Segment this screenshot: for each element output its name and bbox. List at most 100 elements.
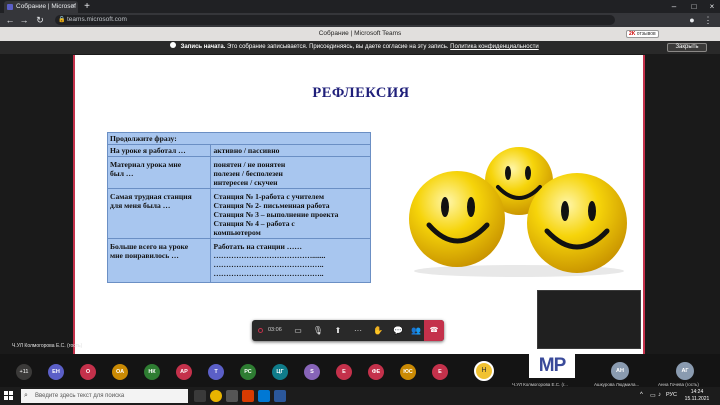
table-cell-right: ………………………………….......: [213, 251, 326, 260]
participant-avatar-highlighted[interactable]: Н: [474, 361, 494, 381]
task-view-icon[interactable]: [194, 390, 206, 402]
clock-time: 14:24: [690, 389, 704, 395]
close-window-button[interactable]: ×: [702, 0, 720, 13]
participant-avatar[interactable]: ЮС: [400, 364, 416, 380]
smiley-balls-image: [409, 147, 627, 277]
browser-tab[interactable]: Собрание | Microsof ×: [4, 1, 78, 13]
table-cell-right: Станция № 1-работа с учителем: [213, 192, 324, 201]
more-options-button[interactable]: ···: [348, 320, 368, 341]
chrome-icon[interactable]: [210, 390, 222, 402]
language-indicator[interactable]: РУС: [666, 392, 677, 398]
participants-strip: +11 ЕН О ОА НК АР Т РС ЦГ S Е ФЕ ЮС Е Н …: [0, 354, 720, 387]
participant-avatar[interactable]: АР: [176, 364, 192, 380]
mail-icon[interactable]: [258, 390, 270, 402]
table-cell-right: ……………………………………..: [213, 269, 324, 278]
back-button[interactable]: ←: [4, 14, 16, 26]
hang-up-button[interactable]: ☎: [424, 320, 444, 341]
participant-avatar[interactable]: ФЕ: [368, 364, 384, 380]
tab-title: Собрание | Microsof: [16, 3, 76, 10]
table-cell-right: Станция № 4 – работа с: [213, 219, 295, 228]
participant-avatar[interactable]: ЦГ: [272, 364, 288, 380]
url-field[interactable]: 🔒 teams.microsoft.com: [55, 15, 615, 25]
recording-banner: Запись начата. Это собрание записывается…: [0, 41, 720, 54]
table-cell-right: полезен / бесполезен: [213, 169, 283, 178]
network-icon[interactable]: ▭: [650, 392, 656, 399]
mic-muted-button[interactable]: 🎙: [308, 320, 328, 341]
table-cell-left: для меня была …: [110, 201, 171, 210]
table-cell-left: На уроке я работал …: [110, 146, 186, 155]
browser-tab-bar: Собрание | Microsof × + – □ ×: [0, 0, 720, 13]
yandex-icon[interactable]: [242, 390, 254, 402]
participant-avatar[interactable]: ОА: [112, 364, 128, 380]
volume-icon[interactable]: ♪: [658, 392, 661, 398]
more-participants-badge[interactable]: +11: [16, 364, 32, 380]
participant-avatar[interactable]: АГ: [676, 362, 694, 380]
browser-menu-icon[interactable]: ⋮: [702, 14, 714, 26]
participant-avatar[interactable]: ЕН: [48, 364, 64, 380]
tray-chevron-icon[interactable]: ^: [640, 392, 643, 398]
maximize-window-button[interactable]: □: [684, 0, 704, 13]
close-tab-icon[interactable]: ×: [71, 1, 75, 13]
privacy-link[interactable]: Политика конфиденциальности: [450, 44, 539, 50]
participant-avatar[interactable]: НК: [144, 364, 160, 380]
minimize-window-button[interactable]: –: [664, 0, 684, 13]
participant-avatar[interactable]: Е: [432, 364, 448, 380]
camera-off-button[interactable]: ▭: [288, 320, 308, 341]
taskbar-clock[interactable]: 14:24 15.11.2021: [684, 389, 710, 403]
table-cell-right: понятен / не понятен: [213, 160, 286, 169]
forward-button[interactable]: →: [18, 14, 30, 26]
participant-avatar[interactable]: Е: [336, 364, 352, 380]
participant-avatar[interactable]: РС: [240, 364, 256, 380]
table-row: Материал урока мне был … понятен / не по…: [106, 156, 371, 189]
presenter-name: Ч.УЛ Колмогорова Е.С. (гость): [12, 343, 83, 349]
table-cell-right: ……………………………………..: [213, 260, 324, 269]
table-cell-left: Больше всего на уроке: [110, 242, 189, 251]
table-row: Самая трудная станция для меня была … Ст…: [106, 188, 371, 239]
participant-avatar[interactable]: АН: [611, 362, 629, 380]
windows-taskbar: ⌕ Введите здесь текст для поиска ^ ▭ ♪ Р…: [0, 387, 720, 405]
recording-indicator-icon: [258, 328, 263, 333]
table-row: Больше всего на уроке мне понравилось … …: [106, 238, 371, 283]
teams-title-bar: Собрание | Microsoft Teams 2K отзывов: [0, 27, 720, 41]
taskbar-search-placeholder: Введите здесь текст для поиска: [35, 393, 125, 399]
table-cell-right: активно / пассивно: [213, 146, 280, 155]
table-cell-left: мне понравилось …: [110, 251, 179, 260]
taskbar-search-input[interactable]: ⌕ Введите здесь текст для поиска: [21, 389, 188, 403]
participant-avatar[interactable]: Т: [208, 364, 224, 380]
address-bar-row: ← → ↻ 🔒 teams.microsoft.com ● ⋮: [0, 13, 720, 27]
chat-button[interactable]: 💬: [388, 320, 408, 341]
table-cell-left: Самая трудная станция: [110, 192, 192, 201]
participant-avatar[interactable]: О: [80, 364, 96, 380]
table-row: На уроке я работал … активно / пассивно: [106, 144, 371, 157]
app-icon[interactable]: [226, 390, 238, 402]
table-cell-left: был …: [110, 169, 134, 178]
url-text: teams.microsoft.com: [67, 16, 127, 23]
table-cell-right: компьютером: [213, 228, 261, 237]
table-header: Продолжите фразу:: [107, 132, 371, 145]
word-icon[interactable]: [274, 390, 286, 402]
banner-message: Это собрание записывается. Присоединяясь…: [227, 44, 449, 50]
participant-avatar[interactable]: S: [304, 364, 320, 380]
reload-button[interactable]: ↻: [34, 14, 46, 26]
profile-icon[interactable]: ●: [686, 14, 698, 26]
extension-badge[interactable]: 2K отзывов: [626, 30, 659, 38]
window-title: Собрание | Microsoft Teams: [318, 30, 402, 37]
banner-title: Запись начата.: [180, 44, 226, 50]
table-cell-right: интересен / скучен: [213, 178, 278, 187]
close-banner-button[interactable]: Закрыть: [667, 43, 707, 52]
new-tab-button[interactable]: +: [82, 1, 92, 12]
table-cell-right: Станция № 2- письменная работа: [213, 201, 330, 210]
search-icon: ⌕: [24, 392, 28, 399]
self-video-tile[interactable]: [537, 290, 641, 349]
slide-title: РЕФЛЕКСИЯ: [312, 85, 410, 101]
presenter-video-tile[interactable]: MP: [529, 354, 575, 378]
windows-start-icon[interactable]: [4, 391, 13, 400]
call-timer: 03:06: [268, 327, 282, 333]
raise-hand-button[interactable]: ✋: [368, 320, 388, 341]
clock-date: 15.11.2021: [684, 396, 710, 402]
table-cell-right: Станция № 3 – выполнение проекта: [213, 210, 339, 219]
participants-button[interactable]: 👥: [406, 320, 426, 341]
lock-icon: 🔒: [58, 17, 66, 23]
share-screen-button[interactable]: ⬆: [328, 320, 348, 341]
table-cell-left: Материал урока мне: [110, 160, 182, 169]
